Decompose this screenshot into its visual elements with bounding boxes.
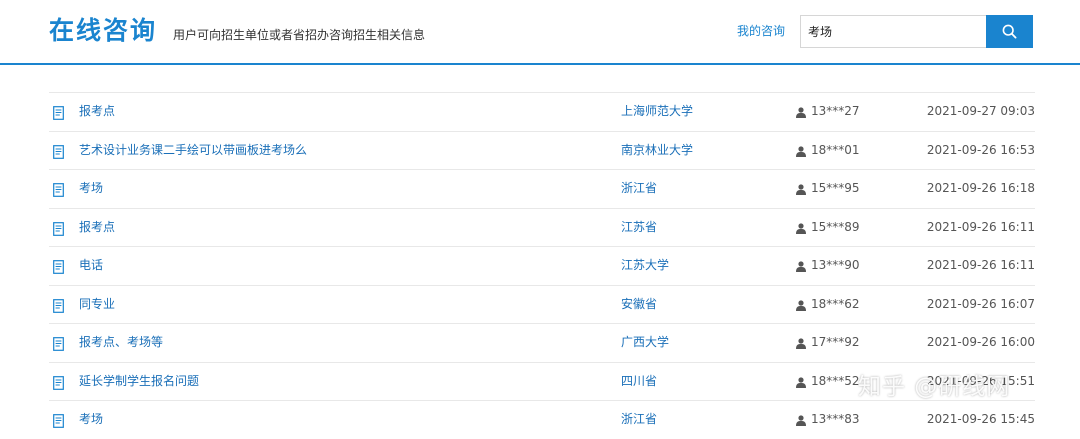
search-box [800,15,987,48]
list-row: 报考点 上海师范大学 13***27 2021-09-27 09:03 [49,92,1035,131]
timestamp: 2021-09-26 16:07 [926,296,1035,311]
search-input[interactable] [801,16,978,47]
timestamp: 2021-09-26 16:18 [926,181,1035,195]
school-link[interactable]: 江苏大学 [621,257,669,274]
timestamp: 2021-09-26 16:11 [926,219,1035,234]
question-title-link[interactable]: 延长学制学生报名问题 [79,373,199,390]
user-icon [796,376,806,388]
user-id: 13***83 [811,412,860,426]
timestamp: 2021-09-27 09:03 [926,104,1035,118]
list-row: 考场 浙江省 13***83 2021-09-26 15:45 [49,400,1035,439]
school-link[interactable]: 广西大学 [621,334,669,351]
timestamp: 2021-09-26 15:51 [926,373,1035,388]
user-info: 18***01 [796,142,860,159]
page-subtitle: 用户可向招生单位或者省招办咨询招生相关信息 [173,28,426,42]
question-title-link[interactable]: 考场 [79,411,103,428]
document-icon [53,375,64,390]
user-icon [796,222,806,234]
school-link[interactable]: 江苏省 [621,219,657,236]
school-link[interactable]: 安徽省 [621,296,657,313]
document-icon [53,413,64,428]
user-info: 17***92 [796,334,860,351]
question-title-link[interactable]: 同专业 [79,296,115,313]
user-id: 18***52 [811,373,860,388]
page-header: 在线咨询 用户可向招生单位或者省招办咨询招生相关信息 我的咨询 [0,0,1080,65]
document-icon [53,259,64,274]
user-id: 18***01 [811,142,860,157]
timestamp: 2021-09-26 16:11 [926,258,1035,272]
document-icon [53,144,64,159]
school-link[interactable]: 浙江省 [621,411,657,428]
document-icon [53,221,64,236]
question-title-link[interactable]: 考场 [79,180,103,197]
user-info: 13***27 [796,103,860,120]
document-icon [53,105,64,120]
question-title-link[interactable]: 报考点、考场等 [79,334,163,351]
school-link[interactable]: 上海师范大学 [621,103,693,120]
user-id: 17***92 [811,335,860,349]
user-icon [796,337,806,349]
question-title-link[interactable]: 报考点 [79,219,115,236]
user-id: 18***62 [811,296,860,311]
list-row: 考场 浙江省 15***95 2021-09-26 16:18 [49,169,1035,208]
school-link[interactable]: 浙江省 [621,180,657,197]
search-icon [1002,24,1017,39]
my-consultations-link[interactable]: 我的咨询 [737,23,785,39]
list-row: 艺术设计业务课二手绘可以带画板进考场么 南京林业大学 18***01 2021-09-… [49,130,1035,170]
list-row: 报考点 江苏省 15***89 2021-09-26 16:11 [49,207,1035,247]
user-info: 13***90 [796,257,860,274]
consultation-list: 报考点 上海师范大学 13***27 2021-09-27 09:03 艺术设计业务课二… [49,92,1035,439]
search-button[interactable] [986,15,1033,48]
user-id: 15***89 [811,219,860,234]
user-icon [796,145,806,157]
page-title: 在线咨询 [49,16,158,45]
question-title-link[interactable]: 艺术设计业务课二手绘可以带画板进考场么 [79,142,307,159]
document-icon [53,298,64,313]
list-row: 同专业 安徽省 18***62 2021-09-26 16:07 [49,284,1035,324]
user-info: 13***83 [796,411,860,428]
timestamp: 2021-09-26 15:45 [926,412,1035,426]
user-info: 15***89 [796,219,860,236]
list-row: 报考点、考场等 广西大学 17***92 2021-09-26 16:00 [49,323,1035,362]
user-info: 15***95 [796,180,860,197]
list-row: 延长学制学生报名问题 四川省 18***52 2021-09-26 15:51 [49,361,1035,401]
user-id: 13***27 [811,104,860,118]
document-icon [53,182,64,197]
user-icon [796,183,806,195]
user-id: 15***95 [811,181,860,195]
school-link[interactable]: 四川省 [621,373,657,390]
user-icon [796,299,806,311]
school-link[interactable]: 南京林业大学 [621,142,693,159]
document-icon [53,336,64,351]
user-icon [796,260,806,272]
user-icon [796,106,806,118]
user-info: 18***62 [796,296,860,313]
list-row: 电话 江苏大学 13***90 2021-09-26 16:11 [49,246,1035,285]
user-icon [796,414,806,426]
user-info: 18***52 [796,373,860,390]
timestamp: 2021-09-26 16:00 [926,335,1035,349]
question-title-link[interactable]: 电话 [79,257,103,274]
timestamp: 2021-09-26 16:53 [926,142,1035,157]
user-id: 13***90 [811,258,860,272]
question-title-link[interactable]: 报考点 [79,103,115,120]
